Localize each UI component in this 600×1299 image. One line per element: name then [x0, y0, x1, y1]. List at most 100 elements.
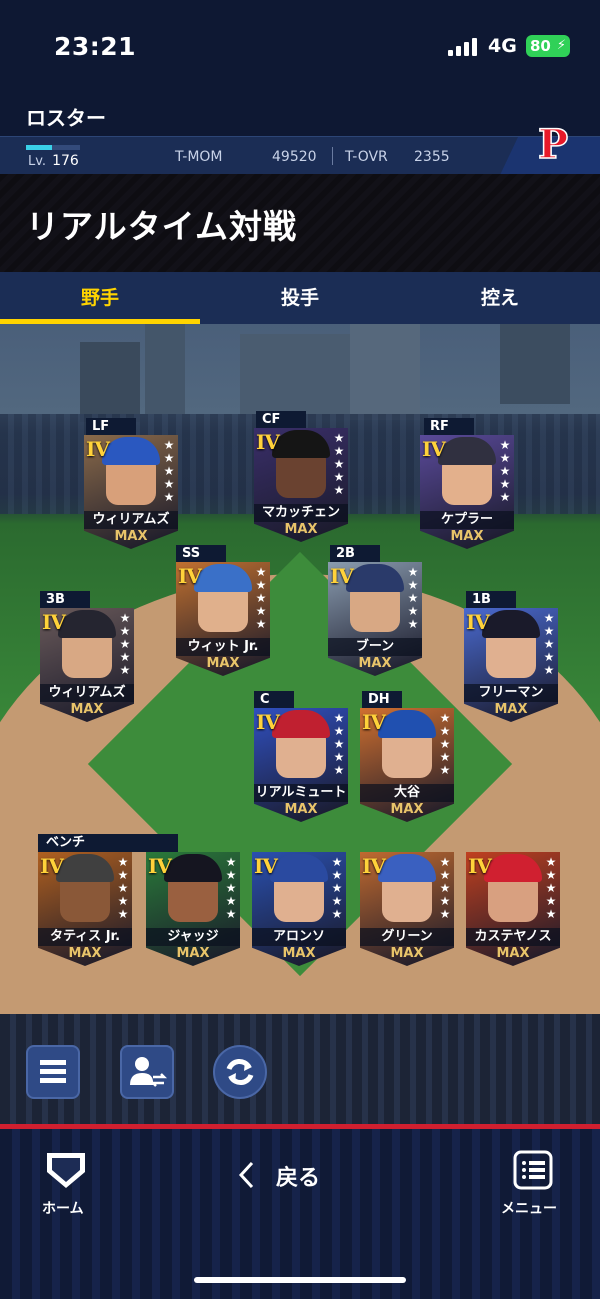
star-rating: ★ ★ ★ ★ ★ — [407, 565, 419, 631]
svg-text:P: P — [538, 121, 568, 168]
building — [500, 324, 570, 404]
divider — [332, 147, 333, 165]
player-name: フリーマン — [464, 684, 558, 702]
player-card[interactable]: IV ★ ★ ★ ★ ★ 大谷 MAX — [360, 708, 454, 822]
building — [350, 324, 420, 420]
level-prefix: Lv. — [28, 154, 47, 169]
status-bar: 23:21 4G 80 ⚡ — [0, 0, 600, 96]
player-card[interactable]: IV ★ ★ ★ ★ ★ アロンソ MAX — [252, 852, 346, 966]
building — [80, 342, 140, 422]
menu-icon — [513, 1150, 553, 1190]
position-label: CF — [256, 411, 306, 428]
home-button[interactable]: ホーム — [36, 1150, 96, 1220]
building — [145, 324, 185, 414]
bench-label: ベンチ — [38, 834, 178, 852]
menu-list-icon — [40, 1060, 66, 1083]
star-rating: ★ ★ ★ ★ ★ — [333, 711, 345, 777]
home-label: ホーム — [42, 1201, 84, 1217]
tier-badge: IV — [362, 710, 386, 734]
player-name: ウィリアムズ — [40, 684, 134, 702]
position-label: SS — [176, 545, 226, 562]
star-rating: ★ ★ ★ ★ ★ — [255, 565, 267, 631]
player-card[interactable]: IV ★ ★ ★ ★ ★ グリーン MAX — [360, 852, 454, 966]
status-time: 23:21 — [54, 32, 137, 61]
network-label: 4G — [488, 35, 517, 57]
player-card[interactable]: IV ★ ★ ★ ★ ★ ウィリアムズ MAX — [84, 435, 178, 549]
tier-badge: IV — [42, 610, 66, 634]
swap-player-icon — [130, 1057, 168, 1087]
refresh-icon — [226, 1059, 254, 1085]
player-card[interactable]: IV ★ ★ ★ ★ ★ リアルミュート MAX — [254, 708, 348, 822]
tab-reserves[interactable]: 控え — [400, 272, 600, 324]
position-label: 2B — [330, 545, 380, 562]
menu-button[interactable]: メニュー — [498, 1150, 568, 1220]
player-name: リアルミュート — [254, 784, 348, 802]
player-card[interactable]: IV ★ ★ ★ ★ ★ ケプラー MAX — [420, 435, 514, 549]
star-rating: ★ ★ ★ ★ ★ — [331, 855, 343, 921]
position-label: RF — [424, 418, 474, 435]
player-name: ケプラー — [420, 511, 514, 529]
screen-title: ロスター — [26, 106, 106, 130]
tier-badge: IV — [148, 854, 172, 878]
swap-player-button[interactable] — [120, 1045, 174, 1099]
player-card[interactable]: IV ★ ★ ★ ★ ★ ウィリアムズ MAX — [40, 608, 134, 722]
position-label: LF — [86, 418, 136, 435]
home-indicator[interactable] — [194, 1277, 406, 1283]
star-rating: ★ ★ ★ ★ ★ — [499, 438, 511, 504]
star-rating: ★ ★ ★ ★ ★ — [117, 855, 129, 921]
position-label: 1B — [466, 591, 516, 608]
player-name: カステヤノス — [466, 928, 560, 946]
tier-badge: IV — [466, 610, 490, 634]
back-button[interactable]: 戻る — [230, 1150, 340, 1200]
tovr-label: T-OVR — [345, 149, 388, 165]
tab-bar: 野手 投手 控え — [0, 272, 600, 324]
star-rating: ★ ★ ★ ★ ★ — [545, 855, 557, 921]
tovr-value: 2355 — [414, 149, 450, 165]
tab-pitchers[interactable]: 投手 — [200, 272, 400, 324]
player-name: グリーン — [360, 928, 454, 946]
tier-badge: IV — [40, 854, 64, 878]
page-title: リアルタイム対戦 — [26, 207, 298, 246]
menu-label: メニュー — [501, 1201, 557, 1217]
star-rating: ★ ★ ★ ★ ★ — [439, 855, 451, 921]
battery-icon: 80 ⚡ — [526, 35, 570, 57]
tier-badge: IV — [362, 854, 386, 878]
tier-badge: IV — [422, 437, 446, 461]
star-rating: ★ ★ ★ ★ ★ — [543, 611, 555, 677]
position-label: DH — [362, 691, 402, 708]
battery-level: 80 — [530, 37, 551, 55]
refresh-button[interactable] — [213, 1045, 267, 1099]
level-label: Lv. 176 — [28, 153, 79, 169]
player-card[interactable]: IV ★ ★ ★ ★ ★ ウィット Jr. MAX — [176, 562, 270, 676]
star-rating: ★ ★ ★ ★ ★ — [225, 855, 237, 921]
tmom-value: 49520 — [272, 149, 317, 165]
tier-badge: IV — [86, 437, 110, 461]
player-card[interactable]: IV ★ ★ ★ ★ ★ ジャッジ MAX — [146, 852, 240, 966]
tier-badge: IV — [330, 564, 354, 588]
player-name: アロンソ — [252, 928, 346, 946]
level-value: 176 — [52, 153, 79, 169]
tier-badge: IV — [256, 710, 280, 734]
player-card[interactable]: IV ★ ★ ★ ★ ★ カステヤノス MAX — [466, 852, 560, 966]
list-button[interactable] — [26, 1045, 80, 1099]
player-name: ブーン — [328, 638, 422, 656]
building — [240, 334, 350, 420]
level-progress — [26, 145, 80, 150]
player-card[interactable]: IV ★ ★ ★ ★ ★ ブーン MAX — [328, 562, 422, 676]
player-card[interactable]: IV ★ ★ ★ ★ ★ マカッチェン MAX — [254, 428, 348, 542]
tier-badge: IV — [256, 430, 280, 454]
player-card[interactable]: IV ★ ★ ★ ★ ★ タティス Jr. MAX — [38, 852, 132, 966]
player-card[interactable]: IV ★ ★ ★ ★ ★ フリーマン MAX — [464, 608, 558, 722]
signal-icon — [448, 38, 480, 56]
position-label: 3B — [40, 591, 90, 608]
star-rating: ★ ★ ★ ★ ★ — [333, 431, 345, 497]
back-chevron-icon — [238, 1161, 254, 1189]
tmom-label: T-MOM — [175, 149, 223, 165]
player-name: ウィット Jr. — [176, 638, 270, 656]
player-name: 大谷 — [360, 784, 454, 802]
team-logo-icon: P — [537, 120, 569, 169]
tier-badge: IV — [254, 854, 278, 878]
tab-fielders[interactable]: 野手 — [0, 272, 200, 324]
player-name: ジャッジ — [146, 928, 240, 946]
crowd — [0, 1014, 600, 1124]
